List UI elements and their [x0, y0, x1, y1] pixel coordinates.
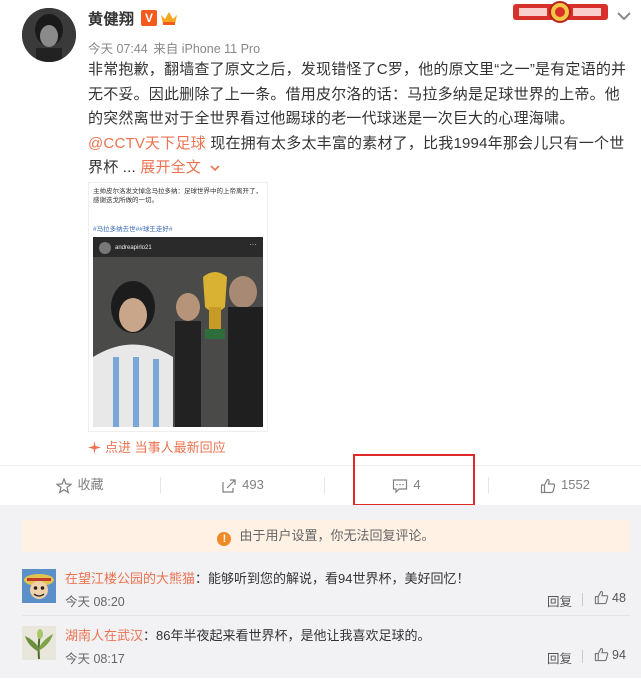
post-body-line: @CCTV天下足球 现在拥有太多太丰富的素材了，比我1994年那会儿只有一个世 — [88, 132, 636, 157]
account-avatar — [99, 242, 111, 254]
thumbs-up-icon — [594, 647, 609, 662]
post-body-text: 现在拥有太多太丰富的素材了，比我1994年那会儿只有一个世 — [205, 134, 625, 152]
comment-like-button[interactable]: 48 — [594, 590, 626, 605]
reply-disabled-notice: ! 由于用户设置，你无法回复评论。 — [22, 520, 630, 552]
comment-body: ：86年半夜起来看世界杯，是他让我喜欢足球的。 — [143, 628, 431, 643]
thumbs-up-icon — [540, 478, 556, 493]
reply-button[interactable]: 回复 — [547, 648, 572, 667]
share-button[interactable]: 493 — [161, 466, 324, 504]
star-icon — [56, 477, 73, 494]
comment-like-button[interactable]: 94 — [594, 647, 626, 662]
comment-text: 在望江楼公园的大熊猫：能够听到您的解说，看94世界杯，美好回忆！ — [65, 568, 469, 587]
user-avatar[interactable] — [22, 8, 76, 62]
latest-response-link[interactable]: 点进 当事人最新回应 — [88, 437, 226, 456]
comment-divider — [22, 615, 630, 616]
comment-body: ：能够听到您的解说，看94世界杯，美好回忆！ — [195, 571, 470, 586]
comment-action-divider — [582, 593, 583, 606]
image-caption-text: 主帅皮尔洛发文悼念马拉多纳：足球世界中的上帝离开了，感谢迭戈所做的一切。 — [93, 188, 262, 204]
comment-time: 今天 08:20 — [65, 595, 125, 609]
worldcup-banner-logo — [513, 0, 608, 26]
instagram-account-name: andreapirlo21 — [115, 245, 152, 251]
reply-button[interactable]: 回复 — [547, 591, 572, 610]
post-body-text: 界杯 ... — [88, 159, 136, 176]
post-author-name[interactable]: 黄健翔 — [88, 8, 135, 29]
spark-icon — [88, 441, 101, 454]
comment-text: 湖南人在武汉：86年半夜起来看世界杯，是他让我喜欢足球的。 — [65, 625, 430, 644]
comment-action-divider — [582, 650, 583, 663]
share-icon — [222, 478, 236, 493]
comment-time: 今天 08:17 — [65, 652, 125, 666]
post-meta: 今天 07:44 来自 iPhone 11 Pro — [88, 38, 260, 57]
post-image[interactable]: 主帅皮尔洛发文悼念马拉多纳：足球世界中的上帝离开了，感谢迭戈所做的一切。 #马拉… — [88, 182, 268, 432]
maradona-trophy-photo: andreapirlo21 ··· — [93, 237, 263, 427]
commenter-avatar[interactable] — [22, 569, 56, 603]
post-body-line: 的突然离世对于全世界看过他踢球的老一代球迷是一次巨大的心理海啸。 — [88, 110, 575, 127]
expand-full-text-link[interactable]: 展开全文 — [140, 159, 221, 176]
warning-icon: ! — [217, 532, 232, 546]
commenter-name[interactable]: 湖南人在武汉 — [65, 628, 143, 643]
favorite-button[interactable]: 收藏 — [0, 466, 160, 504]
verified-v-badge: V — [141, 10, 157, 26]
like-button[interactable]: 1552 — [489, 466, 641, 504]
post-time[interactable]: 今天 07:44 — [88, 42, 148, 56]
post-body-line: 无不妥。因此删除了上一条。借用皮尔洛的话：马拉多纳是足球世界的上帝。他 — [88, 85, 621, 103]
post-body-line: 界杯 ... 展开全文 — [88, 156, 636, 181]
comment-highlight-box — [353, 454, 475, 506]
commenter-avatar[interactable] — [22, 626, 56, 660]
comments-section: ! 由于用户设置，你无法回复评论。 在望江楼公园的大熊猫：能够听到您的解说，看94… — [0, 505, 641, 678]
mention-link[interactable]: @CCTV天下足球 — [88, 135, 206, 152]
thumbs-up-icon — [594, 590, 609, 605]
image-hashtags: #马拉多纳去世##球王走好# — [93, 226, 173, 233]
more-dots-icon: ··· — [249, 240, 257, 249]
comment-item: 湖南人在武汉：86年半夜起来看世界杯，是他让我喜欢足球的。 今天 08:17 回… — [0, 626, 641, 686]
post-body: 非常抱歉，翻墙查了原文之后，发现错怪了C罗，他的原文里“之一”是有定语的并 无不… — [88, 58, 636, 181]
weibo-post: 黄健翔 V 今天 07:44 来自 iPhone 11 Pro 非常抱歉，翻墙查… — [0, 0, 641, 462]
chevron-down-icon — [210, 165, 221, 172]
member-crown-icon — [160, 10, 178, 26]
chevron-down-icon[interactable] — [614, 6, 634, 26]
post-source: 来自 iPhone 11 Pro — [153, 42, 261, 56]
commenter-name[interactable]: 在望江楼公园的大熊猫 — [65, 571, 195, 586]
post-body-line: 非常抱歉，翻墙查了原文之后，发现错怪了C罗，他的原文里“之一”是有定语的并 — [88, 61, 627, 78]
post-action-bar: 收藏 493 4 1552 — [0, 465, 641, 504]
comment-item: 在望江楼公园的大熊猫：能够听到您的解说，看94世界杯，美好回忆！ 今天 08:2… — [0, 569, 641, 629]
